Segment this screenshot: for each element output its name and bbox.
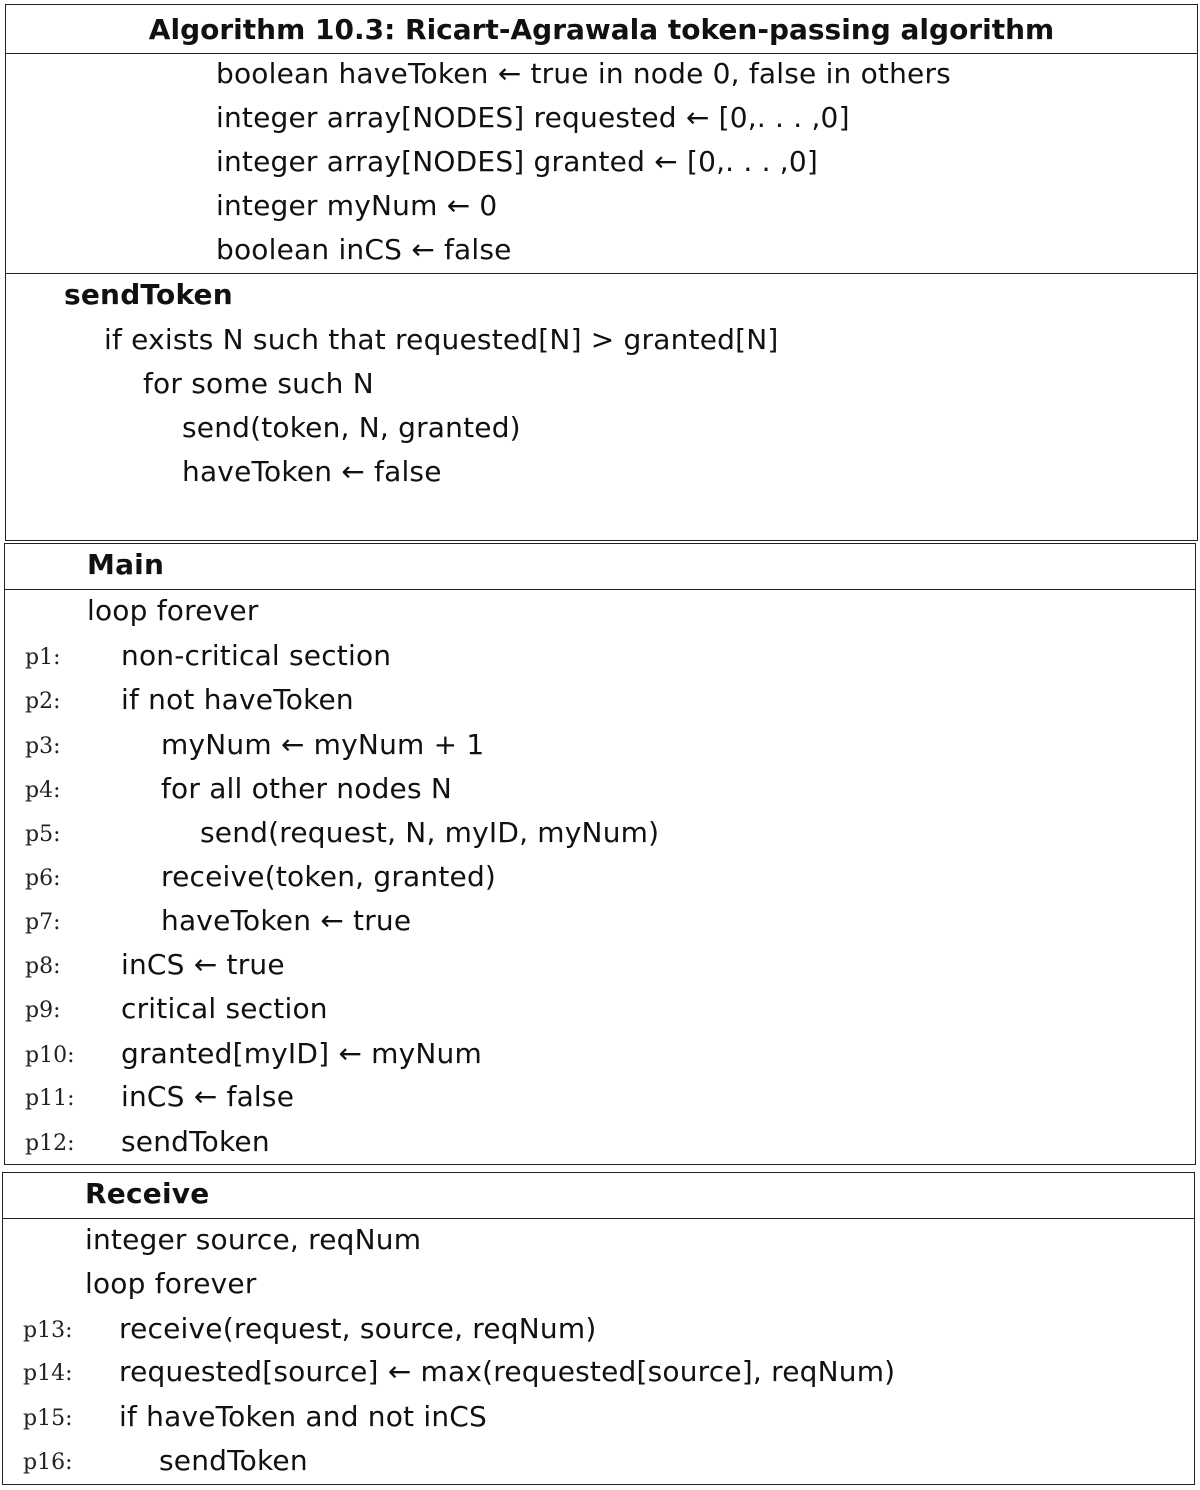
receive-heading: Receive — [85, 1177, 210, 1210]
declaration-line: integer array[NODES] requested ← [0,. . … — [216, 101, 850, 134]
send-token-line: send(token, N, granted) — [182, 411, 521, 444]
main-line: haveToken ← true — [161, 904, 412, 937]
declaration-line: integer array[NODES] granted ← [0,. . . … — [216, 145, 819, 178]
main-line: granted[myID] ← myNum — [121, 1037, 482, 1070]
declaration-line: integer myNum ← 0 — [216, 189, 498, 222]
algorithm-title: Algorithm 10.3: Ricart-Agrawala token-pa… — [148, 13, 1055, 46]
line-label: p4: — [25, 778, 61, 803]
main-intro: loop forever — [87, 594, 259, 627]
line-label: p8: — [25, 954, 61, 979]
line-label: p9: — [25, 998, 61, 1023]
send-token-line: haveToken ← false — [182, 455, 442, 488]
main-line: sendToken — [121, 1125, 270, 1158]
receive-line: sendToken — [159, 1444, 308, 1477]
main-line: critical section — [121, 992, 328, 1025]
send-token-line: if exists N such that requested[N] > gra… — [104, 323, 779, 356]
line-label: p13: — [23, 1318, 73, 1343]
line-label: p3: — [25, 734, 61, 759]
main-line: myNum ← myNum + 1 — [161, 728, 485, 761]
send-token-line: for some such N — [143, 367, 374, 400]
declarations-divider — [6, 273, 1197, 274]
main-heading: Main — [87, 548, 165, 581]
line-label: p5: — [25, 822, 61, 847]
main-line: for all other nodes N — [161, 772, 453, 805]
line-label: p14: — [23, 1361, 73, 1386]
line-label: p16: — [23, 1450, 73, 1475]
receive-line: requested[source] ← max(requested[source… — [119, 1355, 896, 1388]
main-box: Main loop forever p1: non-critical secti… — [4, 543, 1196, 1165]
main-line: inCS ← true — [121, 948, 285, 981]
main-line: if not haveToken — [121, 683, 354, 716]
main-line: inCS ← false — [121, 1080, 295, 1113]
line-label: p10: — [25, 1043, 75, 1068]
send-token-heading: sendToken — [64, 278, 233, 311]
receive-divider — [3, 1218, 1194, 1219]
main-divider — [5, 589, 1195, 590]
receive-line: receive(request, source, reqNum) — [119, 1312, 597, 1345]
algorithm-header-box: Algorithm 10.3: Ricart-Agrawala token-pa… — [5, 4, 1198, 541]
line-label: p12: — [25, 1131, 75, 1156]
line-label: p6: — [25, 866, 61, 891]
declaration-line: boolean haveToken ← true in node 0, fals… — [216, 57, 951, 90]
declaration-line: boolean inCS ← false — [216, 233, 512, 266]
main-line: send(request, N, myID, myNum) — [200, 816, 660, 849]
line-label: p7: — [25, 910, 61, 935]
receive-line: if haveToken and not inCS — [119, 1400, 487, 1433]
receive-intro: loop forever — [85, 1267, 257, 1300]
main-line: non-critical section — [121, 639, 392, 672]
line-label: p1: — [25, 645, 61, 670]
receive-box: Receive integer source, reqNum loop fore… — [2, 1172, 1195, 1485]
main-line: receive(token, granted) — [161, 860, 497, 893]
line-label: p11: — [25, 1086, 75, 1111]
line-label: p2: — [25, 689, 61, 714]
receive-declaration: integer source, reqNum — [85, 1223, 422, 1256]
title-divider — [6, 53, 1197, 54]
line-label: p15: — [23, 1406, 73, 1431]
